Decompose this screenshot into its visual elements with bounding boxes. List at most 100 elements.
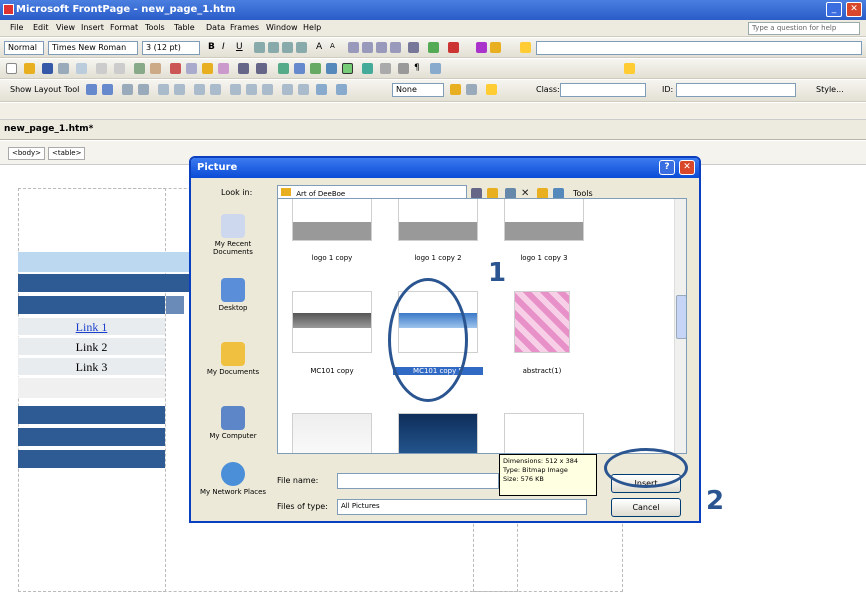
save-icon[interactable] — [42, 63, 53, 74]
borders-icon[interactable] — [408, 42, 419, 53]
table-autoformat-combo[interactable]: None — [392, 83, 444, 97]
increase-indent-icon[interactable] — [390, 42, 401, 53]
menu-help[interactable]: Help — [303, 23, 321, 32]
file-name-mc101[interactable]: MC101 copy — [282, 367, 382, 375]
file-list-scrollbar[interactable] — [674, 199, 686, 453]
file-name-logo1[interactable]: logo 1 copy — [282, 254, 382, 262]
italic-icon[interactable]: I — [222, 42, 233, 53]
close-icon[interactable]: ✕ — [846, 2, 862, 17]
menu-insert[interactable]: Insert — [81, 23, 104, 32]
standard-options-icon[interactable] — [624, 63, 635, 74]
dialog-help-icon[interactable]: ? — [659, 160, 675, 175]
tools-menu[interactable]: Tools — [573, 189, 593, 198]
file-thumb-abstract[interactable] — [514, 291, 570, 353]
menu-data[interactable]: Data — [206, 23, 225, 32]
distribute-rows-icon[interactable] — [282, 84, 293, 95]
place-network[interactable]: My Network Places — [197, 462, 269, 496]
align-left-icon[interactable] — [254, 42, 265, 53]
menu-view[interactable]: View — [56, 23, 75, 32]
place-recent[interactable]: My Recent Documents — [197, 214, 269, 256]
layout-table-icon[interactable] — [86, 84, 97, 95]
insert-layer-icon[interactable] — [310, 63, 321, 74]
document-tab[interactable]: new_page_1.htm* — [4, 124, 93, 134]
menu-window[interactable]: Window — [266, 23, 298, 32]
bullets-icon[interactable] — [362, 42, 373, 53]
numbering-icon[interactable] — [348, 42, 359, 53]
format-painter-icon[interactable] — [218, 63, 229, 74]
redo-icon[interactable] — [256, 63, 267, 74]
align-top-icon[interactable] — [230, 84, 241, 95]
file-thumb-9[interactable] — [504, 413, 584, 453]
merge-cells-icon[interactable] — [194, 84, 205, 95]
file-thumb-mc101[interactable] — [292, 291, 372, 353]
drawing-icon[interactable] — [342, 63, 353, 74]
show-all-icon[interactable] — [490, 42, 501, 53]
place-my-documents[interactable]: My Documents — [197, 342, 269, 376]
toolbar-blank-combo[interactable] — [536, 41, 862, 55]
menu-tools[interactable]: Tools — [145, 23, 165, 32]
file-thumb-8[interactable] — [398, 413, 478, 453]
align-right-icon[interactable] — [282, 42, 293, 53]
copy-icon[interactable] — [186, 63, 197, 74]
insert-picture-icon[interactable] — [326, 63, 337, 74]
cut-icon[interactable] — [170, 63, 181, 74]
font-size-combo[interactable]: 3 (12 pt) — [142, 41, 200, 55]
style-combo[interactable]: Normal — [4, 41, 44, 55]
insert-table-icon[interactable] — [294, 63, 305, 74]
print-icon[interactable] — [96, 63, 107, 74]
web-component-icon[interactable] — [278, 63, 289, 74]
search-icon[interactable] — [150, 63, 161, 74]
menu-frames[interactable]: Frames — [230, 23, 259, 32]
file-thumb-logo2[interactable] — [398, 199, 478, 241]
autofit-icon[interactable] — [316, 84, 327, 95]
scrollbar-thumb[interactable] — [676, 295, 686, 339]
fill-color-icon[interactable] — [336, 84, 347, 95]
split-cells-icon[interactable] — [210, 84, 221, 95]
ask-question-box[interactable]: Type a question for help — [748, 22, 860, 35]
align-center-icon[interactable] — [268, 42, 279, 53]
nav-link-3[interactable]: Link 3 — [18, 358, 165, 376]
file-name-logo3[interactable]: logo 1 copy 3 — [494, 254, 594, 262]
spelling-icon[interactable] — [134, 63, 145, 74]
ltr-icon[interactable] — [476, 42, 487, 53]
class-combo[interactable] — [560, 83, 646, 97]
minimize-icon[interactable]: _ — [826, 2, 842, 17]
highlight-icon[interactable] — [428, 42, 439, 53]
file-thumb-7[interactable] — [292, 413, 372, 453]
align-bottom-icon[interactable] — [262, 84, 273, 95]
open-icon[interactable] — [24, 63, 35, 74]
preview-icon[interactable] — [114, 63, 125, 74]
menu-edit[interactable]: Edit — [33, 23, 49, 32]
nav-link-2[interactable]: Link 2 — [18, 338, 165, 356]
decrease-indent-icon[interactable] — [376, 42, 387, 53]
decrease-font-icon[interactable]: A — [330, 42, 341, 53]
font-combo[interactable]: Times New Roman — [48, 41, 138, 55]
paste-icon[interactable] — [202, 63, 213, 74]
stop-icon[interactable] — [398, 63, 409, 74]
justify-icon[interactable] — [296, 42, 307, 53]
file-thumb-logo1[interactable] — [292, 199, 372, 241]
fill-down-icon[interactable] — [450, 84, 461, 95]
layout-cell-icon[interactable] — [102, 84, 113, 95]
underline-icon[interactable]: U — [236, 42, 247, 53]
undo-icon[interactable] — [238, 63, 249, 74]
hyperlink-icon[interactable] — [362, 63, 373, 74]
tag-body[interactable]: <body> — [8, 147, 46, 160]
eraser-icon[interactable] — [138, 84, 149, 95]
tables-options-icon[interactable] — [486, 84, 497, 95]
font-color-icon[interactable] — [448, 42, 459, 53]
cancel-button[interactable]: Cancel — [611, 498, 681, 517]
insert-columns-icon[interactable] — [174, 84, 185, 95]
file-name-field[interactable] — [337, 473, 499, 489]
distribute-columns-icon[interactable] — [298, 84, 309, 95]
id-combo[interactable] — [676, 83, 796, 97]
dialog-close-icon[interactable]: ✕ — [679, 160, 695, 175]
tag-table[interactable]: <table> — [48, 147, 86, 160]
fill-right-icon[interactable] — [466, 84, 477, 95]
show-layout-tool-button[interactable]: Show Layout Tool — [10, 85, 79, 94]
menu-format[interactable]: Format — [110, 23, 138, 32]
increase-font-icon[interactable]: A — [316, 42, 327, 53]
show-all-marks-icon[interactable]: ¶ — [414, 63, 425, 74]
insert-rows-icon[interactable] — [158, 84, 169, 95]
menu-file[interactable]: File — [10, 23, 23, 32]
